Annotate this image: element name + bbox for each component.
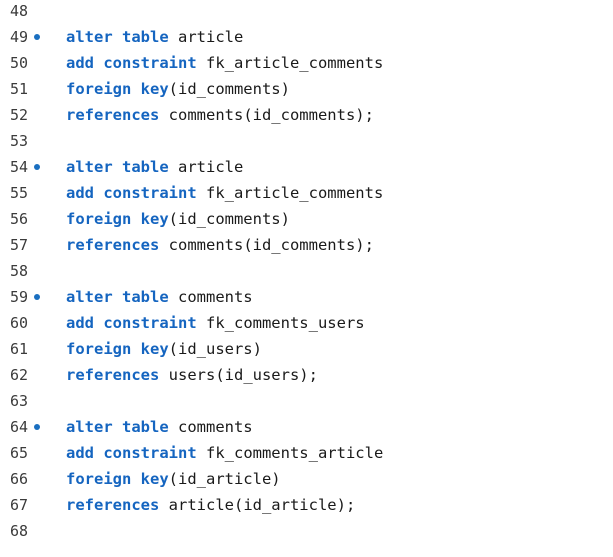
code-text: add constraint fk_comments_users <box>66 310 365 336</box>
sql-identifier: comments <box>168 418 253 436</box>
sql-keyword: alter table <box>66 288 169 306</box>
code-line[interactable]: 63 <box>0 388 613 414</box>
code-text: references comments(id_comments); <box>66 232 374 258</box>
code-line[interactable]: 55 add constraint fk_article_comments <box>0 180 613 206</box>
line-number: 48 <box>10 2 29 20</box>
code-line[interactable]: 68 <box>0 518 613 544</box>
sql-keyword: add constraint <box>66 184 197 202</box>
sql-keyword: add constraint <box>66 444 197 462</box>
sql-identifier: fk_article_comments <box>196 54 384 72</box>
code-text: references article(id_article); <box>66 492 355 518</box>
breakpoint-dot-icon[interactable] <box>34 164 40 170</box>
line-number: 52 <box>10 106 29 124</box>
line-number: 62 <box>10 366 29 384</box>
code-text: alter table article <box>66 24 243 50</box>
code-line[interactable]: 48 <box>0 0 613 24</box>
line-number: 61 <box>10 340 29 358</box>
line-number: 60 <box>10 314 29 332</box>
sql-identifier: article(id_article); <box>159 496 356 514</box>
sql-keyword: foreign key <box>66 210 169 228</box>
sql-keyword: references <box>66 366 160 384</box>
code-line[interactable]: 49 alter table article <box>0 24 613 50</box>
line-number: 50 <box>10 54 29 72</box>
code-text: add constraint fk_article_comments <box>66 180 383 206</box>
sql-identifier: fk_comments_article <box>196 444 384 462</box>
sql-keyword: alter table <box>66 418 169 436</box>
code-line[interactable]: 59 alter table comments <box>0 284 613 310</box>
sql-keyword: foreign key <box>66 340 169 358</box>
sql-identifier: comments(id_comments); <box>159 106 374 124</box>
sql-identifier: comments <box>168 288 253 306</box>
line-number: 63 <box>10 392 29 410</box>
line-number: 68 <box>10 522 29 540</box>
sql-keyword: references <box>66 496 160 514</box>
code-line[interactable]: 60 add constraint fk_comments_users <box>0 310 613 336</box>
code-text: references users(id_users); <box>66 362 318 388</box>
line-number: 51 <box>10 80 29 98</box>
sql-keyword: references <box>66 106 160 124</box>
code-text: foreign key(id_users) <box>66 336 262 362</box>
code-line[interactable]: 66 foreign key(id_article) <box>0 466 613 492</box>
code-line[interactable]: 61 foreign key(id_users) <box>0 336 613 362</box>
sql-identifier: (id_comments) <box>168 80 290 98</box>
code-line[interactable]: 54 alter table article <box>0 154 613 180</box>
line-number: 65 <box>10 444 29 462</box>
sql-identifier: article <box>168 28 244 46</box>
sql-keyword: foreign key <box>66 470 169 488</box>
code-text: foreign key(id_article) <box>66 466 281 492</box>
sql-keyword: alter table <box>66 28 169 46</box>
code-line[interactable]: 57 references comments(id_comments); <box>0 232 613 258</box>
sql-keyword: add constraint <box>66 314 197 332</box>
breakpoint-dot-icon[interactable] <box>34 294 40 300</box>
code-line[interactable]: 52 references comments(id_comments); <box>0 102 613 128</box>
line-number: 66 <box>10 470 29 488</box>
code-line[interactable]: 53 <box>0 128 613 154</box>
sql-keyword: references <box>66 236 160 254</box>
code-text: add constraint fk_comments_article <box>66 440 383 466</box>
code-text: foreign key(id_comments) <box>66 76 290 102</box>
code-text: foreign key(id_comments) <box>66 206 290 232</box>
code-line[interactable]: 50 add constraint fk_article_comments <box>0 50 613 76</box>
line-number: 57 <box>10 236 29 254</box>
breakpoint-dot-icon[interactable] <box>34 424 40 430</box>
sql-identifier: fk_article_comments <box>196 184 384 202</box>
code-line[interactable]: 51 foreign key(id_comments) <box>0 76 613 102</box>
line-number: 56 <box>10 210 29 228</box>
line-number: 64 <box>10 418 29 436</box>
line-number: 53 <box>10 132 29 150</box>
code-line[interactable]: 58 <box>0 258 613 284</box>
code-text: references comments(id_comments); <box>66 102 374 128</box>
code-line[interactable]: 65 add constraint fk_comments_article <box>0 440 613 466</box>
code-editor[interactable]: 48 49 alter table article 50 add constraint … <box>0 0 613 557</box>
line-number: 55 <box>10 184 29 202</box>
line-number: 49 <box>10 28 29 46</box>
sql-identifier: article <box>168 158 244 176</box>
sql-identifier: comments(id_comments); <box>159 236 374 254</box>
code-text: alter table article <box>66 154 243 180</box>
sql-identifier: fk_comments_users <box>196 314 365 332</box>
code-line[interactable]: 67 references article(id_article); <box>0 492 613 518</box>
line-number: 67 <box>10 496 29 514</box>
sql-identifier: (id_comments) <box>168 210 290 228</box>
sql-identifier: users(id_users); <box>159 366 318 384</box>
code-line[interactable]: 56 foreign key(id_comments) <box>0 206 613 232</box>
code-line[interactable]: 62 references users(id_users); <box>0 362 613 388</box>
breakpoint-dot-icon[interactable] <box>34 34 40 40</box>
code-text: alter table comments <box>66 284 253 310</box>
line-number: 58 <box>10 262 29 280</box>
sql-keyword: alter table <box>66 158 169 176</box>
sql-identifier: (id_article) <box>168 470 281 488</box>
code-text: alter table comments <box>66 414 253 440</box>
line-number: 54 <box>10 158 29 176</box>
code-line[interactable]: 64 alter table comments <box>0 414 613 440</box>
sql-keyword: foreign key <box>66 80 169 98</box>
sql-identifier: (id_users) <box>168 340 262 358</box>
sql-keyword: add constraint <box>66 54 197 72</box>
code-text: add constraint fk_article_comments <box>66 50 383 76</box>
line-number: 59 <box>10 288 29 306</box>
